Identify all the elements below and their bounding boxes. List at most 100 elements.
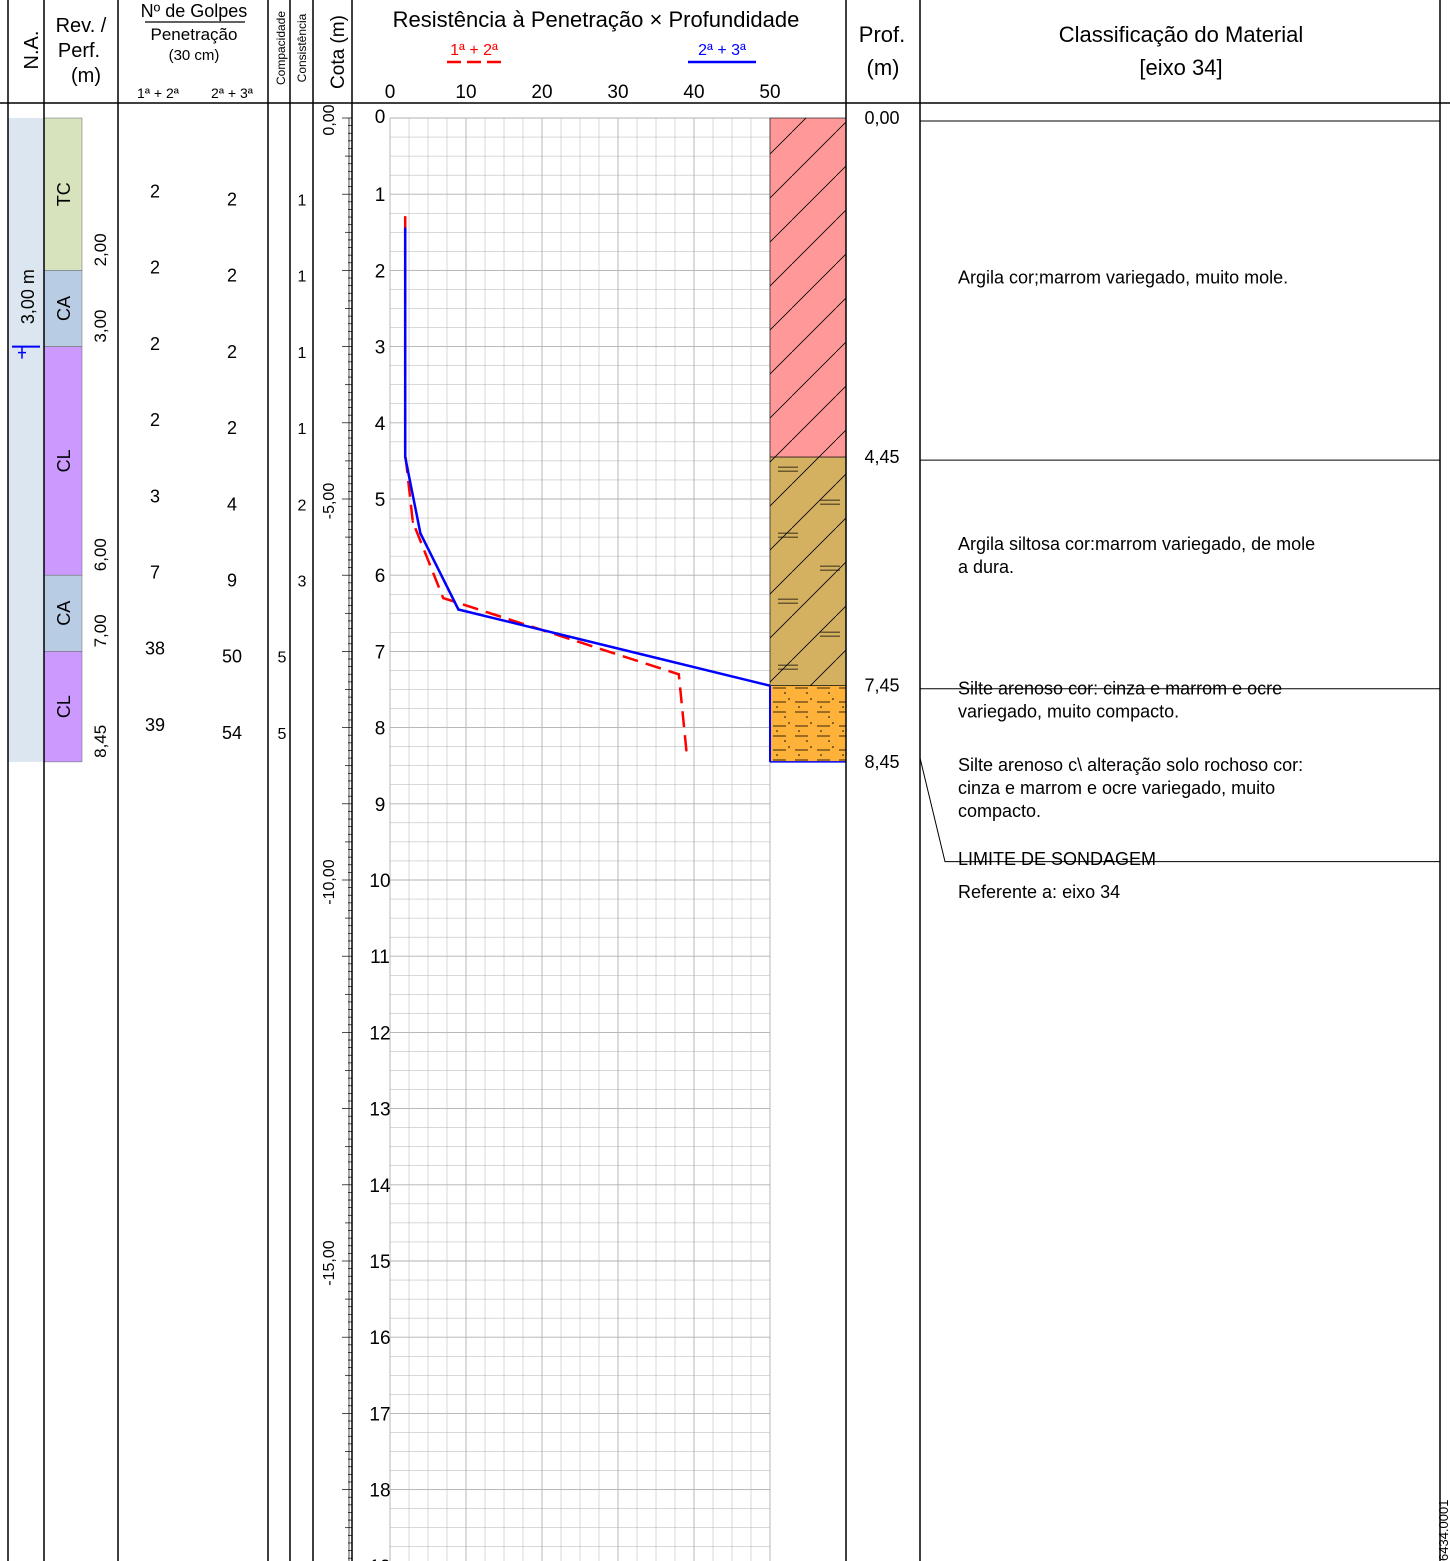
rev-perf-header-2: Perf. [58,40,100,62]
consistencia-value: 1 [298,421,307,438]
material-description: Silte arenoso cor: cinza e marrom e ocre [958,679,1282,699]
penetracao-length: (30 cm) [169,47,220,64]
rev-perf-segment-label: CA [54,296,74,321]
classificacao-header-2: [eixo 34] [1139,55,1222,80]
spt-value-12: 2 [150,334,160,354]
prof-label: 4,45 [864,447,899,467]
series-line-23 [403,228,771,687]
water-level-zone [8,118,44,762]
rev-perf-segment-label: CA [54,601,74,626]
na-header: N.A. [21,31,43,70]
series-point [442,596,445,600]
series-point [404,227,407,230]
material-description: compacto. [958,801,1041,821]
header: N.A. Rev. / Perf. (m) Nº de Golpes Penet… [21,1,1303,101]
series-point [419,532,422,535]
y-tick-label: 15 [369,1252,390,1273]
material-description: Argila siltosa cor:marrom variegado, de … [958,534,1315,554]
y-tick-label: 9 [375,795,386,816]
x-tick-label: 10 [455,82,476,103]
y-tick-label: 6 [375,566,386,587]
y-tick-label: 12 [369,1023,390,1044]
chart-title: Resistência à Penetração × Profundidade [393,7,800,32]
cota-label: -5,00 [321,483,338,520]
water-level-label: 3,00 m [18,269,38,324]
spt-value-12: 2 [150,410,160,430]
cota-header: Cota (m) [328,15,349,89]
series-point [685,749,688,752]
consistencia-value: 1 [298,345,307,362]
spt-value-23: 2 [227,189,237,209]
prof-label: 0,00 [864,108,899,128]
x-tick-label: 50 [759,82,780,103]
series-point [411,520,414,524]
col-header-23: 2ª + 3ª [211,85,254,101]
cota-label: -10,00 [321,859,338,904]
prof-label: 8,45 [864,752,899,772]
spt-value-12: 2 [150,181,160,201]
consistencia-value: 1 [298,192,307,209]
spt-value-12: 38 [145,639,165,659]
reference-text: Referente a: eixo 34 [958,882,1120,902]
cota-label: 0,00 [321,104,338,135]
x-tick-label: 0 [385,82,396,103]
spt-value-23: 50 [222,647,242,667]
rev-perf-depth-label: 3,00 [91,310,110,343]
material-description: cinza e marrom e ocre variegado, muito [958,778,1275,798]
series-point [457,608,460,611]
y-tick-label: 3 [375,338,386,359]
rev-perf-header-3: (m) [71,65,101,87]
y-tick-label: 7 [375,642,386,663]
spt-value-23: 2 [227,418,237,438]
golpes-title: Nº de Golpes [141,1,248,21]
limit-text: LIMITE DE SONDAGEM [958,849,1156,869]
prof-header-2: (m) [867,55,900,80]
x-tick-label: 40 [683,82,704,103]
cota-label: -15,00 [321,1240,338,1285]
consistencia-value: 3 [298,573,307,590]
y-tick-label: 8 [375,719,386,740]
spt-value-12: 39 [145,715,165,735]
consistencia-value: 2 [298,497,307,514]
y-tick-label: 17 [369,1404,390,1425]
series-point [404,455,407,459]
classificacao-header-1: Classificação do Material [1059,22,1304,47]
side-code: 6434.0001 [1436,1500,1450,1561]
y-tick-label: 1 [375,185,386,206]
x-tick-label: 20 [531,82,552,103]
y-tick-label: 18 [369,1481,390,1502]
compacidade-value: 5 [278,650,287,667]
consistencia-header: Consistência [295,13,309,82]
compacidade-value: 5 [278,726,287,743]
y-tick-label: 19 [369,1557,390,1561]
y-tick-label: 11 [370,947,390,968]
legend-12: 1ª + 2ª [450,42,498,59]
sounding-log: N.A. Rev. / Perf. (m) Nº de Golpes Penet… [0,0,1450,1561]
material-description: Silte arenoso c\ alteração solo rochoso … [958,755,1303,775]
legend-23: 2ª + 3ª [698,42,746,59]
spt-value-23: 2 [227,266,237,286]
spt-value-23: 2 [227,342,237,362]
material-description: a dura. [958,557,1014,577]
rev-perf-depth-label: 7,00 [91,614,110,647]
series-point [677,673,680,676]
rev-perf-depth-label: 8,45 [91,725,110,758]
soil-layer-hatch [770,457,846,686]
prof-label: 7,45 [864,676,899,696]
rev-perf-header-1: Rev. / [56,15,107,37]
spt-value-23: 9 [227,570,237,590]
consistencia-value: 1 [298,269,307,286]
spt-value-23: 4 [227,494,237,514]
y-tick-label: 16 [369,1328,390,1349]
material-description: variegado, muito compacto. [958,702,1179,722]
spt-value-23: 54 [222,723,242,743]
col-header-12: 1ª + 2ª [137,85,180,101]
y-tick-label: 10 [369,871,390,892]
y-tick-label: 2 [375,261,386,282]
y-tick-label: 0 [375,107,386,128]
soil-layer-silt [770,685,846,762]
compacidade-header: Compacidade [274,11,288,85]
soil-layer-hatch [770,118,846,458]
spt-value-12: 3 [150,486,160,506]
spt-value-12: 7 [150,562,160,582]
